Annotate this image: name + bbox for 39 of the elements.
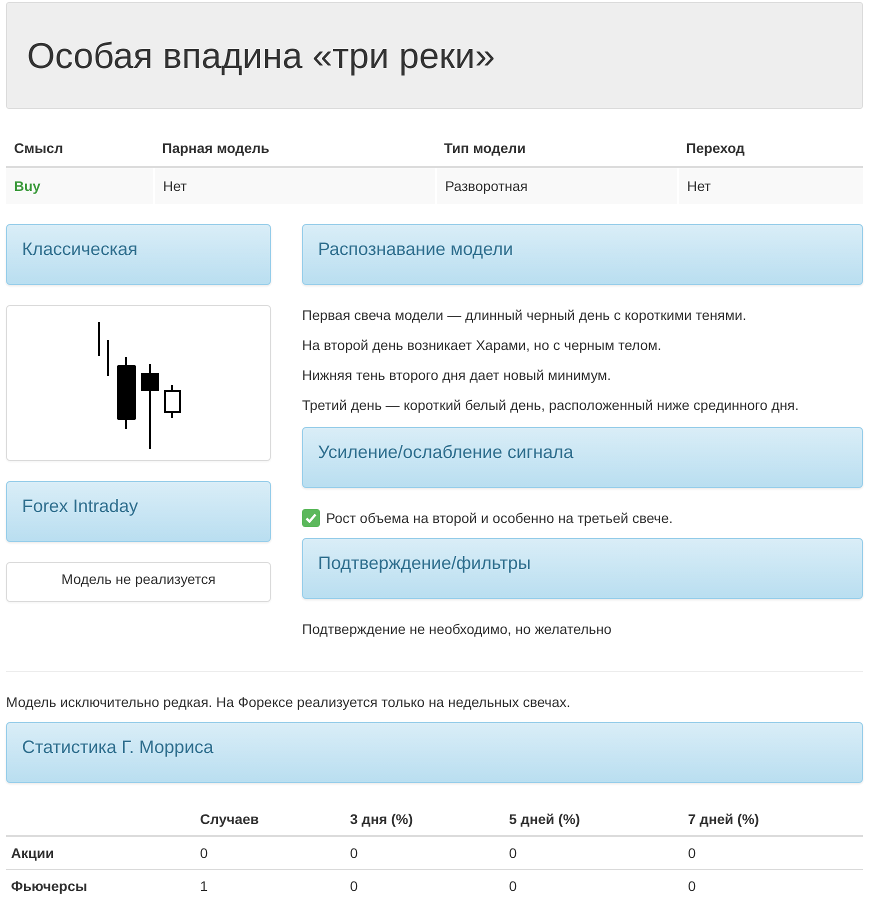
row-header: Фьючерсы (6, 870, 195, 899)
panel-heading: Классическая (6, 224, 271, 285)
panel-heading: Forex Intraday (6, 481, 271, 542)
column-header: 5 дней (%) (504, 803, 683, 836)
table-cell: 0 (683, 870, 863, 899)
checkbox[interactable] (302, 509, 320, 527)
table-cell: Buy (6, 167, 154, 204)
page-title: Особая впадина «три реки» (27, 34, 495, 76)
table-cell: Нет (678, 167, 863, 204)
column-header: Случаев (195, 803, 345, 836)
panel-heading: Подтверждение/фильтры (302, 538, 863, 599)
note-text: Модель не реализуется (6, 562, 271, 602)
description-text: Подтверждение не необходимо, но желательно (302, 620, 613, 639)
table-cell: 0 (683, 836, 863, 870)
table-cell: Нет (154, 167, 436, 204)
candlestick (107, 340, 109, 376)
row-header: Акции (6, 836, 195, 870)
table-cell: 0 (504, 870, 683, 899)
checkbox-label: Рост объема на второй и особенно на третьей свече. (326, 509, 673, 528)
panel-heading: Усиление/ослабление сигнала (302, 427, 863, 488)
column-header: 7 дней (%) (683, 803, 863, 836)
table-cell: 0 (195, 836, 345, 870)
check-icon (305, 513, 317, 523)
panel-heading: Распознавание модели (302, 224, 863, 285)
table-cell: Разворотная (436, 167, 678, 204)
table-cell: 0 (345, 836, 504, 870)
candlestick (117, 357, 136, 429)
panel-heading: Статистика Г. Морриса (6, 722, 863, 783)
candlestick (164, 385, 181, 418)
table-cell: 1 (195, 870, 345, 899)
candlestick (98, 322, 100, 356)
description-text: Третий день — короткий белый день, расположенный ниже срединного дня. (302, 396, 800, 415)
remark-text: Модель исключительно редкая. На Форексе реализуется только на недельных свечах. (6, 693, 572, 712)
description-text: Первая свеча модели — длинный черный день с короткими тенями. (302, 306, 748, 325)
description-text: Нижняя тень второго дня дает новый минимум. (302, 366, 612, 385)
table-cell: 0 (504, 836, 683, 870)
column-header: 3 дня (%) (345, 803, 504, 836)
table-cell: 0 (345, 870, 504, 899)
description-text: На второй день возникает Харами, но с черным телом. (302, 336, 662, 355)
